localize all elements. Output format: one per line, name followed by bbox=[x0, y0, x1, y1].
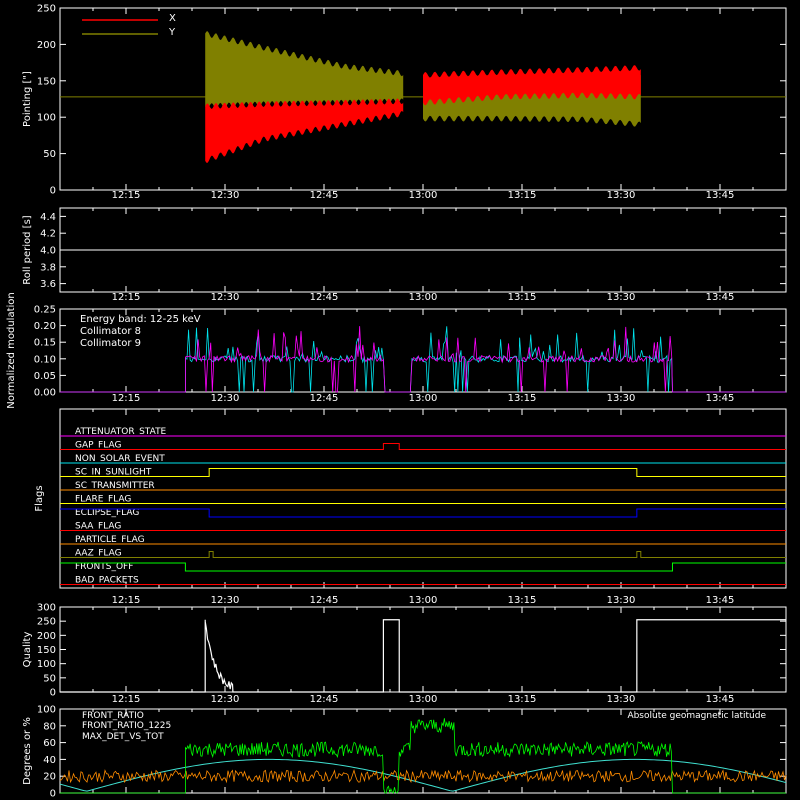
x-tick-label: 13:45 bbox=[706, 393, 735, 404]
y-tick-label: 3.6 bbox=[40, 279, 56, 290]
y-tick-label: 80 bbox=[43, 721, 56, 732]
y-tick-label: 0.20 bbox=[34, 321, 56, 332]
x-tick-label: 13:00 bbox=[409, 694, 438, 705]
legend-label-geomag-latitude: Absolute geomagnetic latitude bbox=[627, 711, 766, 721]
y-axis-label: Roll period [s] bbox=[22, 215, 33, 284]
flag-line bbox=[60, 551, 786, 558]
x-tick-label: 13:30 bbox=[607, 292, 636, 303]
x-tick-label: 13:15 bbox=[508, 292, 537, 303]
x-tick-label: 13:45 bbox=[706, 595, 735, 606]
legend-label-max-det-vs-tot: MAX_DET_VS_TOT bbox=[82, 732, 164, 742]
x-tick-label: 13:45 bbox=[706, 292, 735, 303]
y-axis-label: Flags bbox=[34, 485, 45, 511]
x-tick-label: 12:30 bbox=[211, 393, 240, 404]
y-tick-label: 0 bbox=[50, 688, 56, 699]
y-tick-label: 200 bbox=[37, 40, 56, 51]
legend-label-collimator-8: Collimator 8 bbox=[80, 326, 141, 337]
x-tick-label: 13:45 bbox=[706, 190, 735, 201]
x-tick-label: 12:45 bbox=[310, 190, 339, 201]
x-tick-label: 13:15 bbox=[508, 190, 537, 201]
x-tick-label: 13:30 bbox=[607, 393, 636, 404]
x-tick-label: 12:15 bbox=[112, 190, 141, 201]
x-tick-label: 12:15 bbox=[112, 292, 141, 303]
y-tick-label: 40 bbox=[43, 755, 56, 766]
y-tick-label: 300 bbox=[37, 603, 56, 614]
x-tick-label: 12:30 bbox=[211, 595, 240, 606]
y-tick-label: 0 bbox=[50, 186, 56, 197]
y-tick-label: 4.0 bbox=[40, 246, 56, 257]
x-tick-label: 12:15 bbox=[112, 393, 141, 404]
y-tick-label: 100 bbox=[37, 705, 56, 716]
x-tick-label: 13:00 bbox=[409, 190, 438, 201]
y-tick-label: 150 bbox=[37, 76, 56, 87]
y-tick-label: 0.00 bbox=[34, 388, 56, 399]
pointing-band-y-1 bbox=[205, 31, 404, 110]
modulation-series-1 bbox=[60, 326, 786, 393]
x-tick-label: 13:30 bbox=[607, 694, 636, 705]
y-tick-label: 3.8 bbox=[40, 262, 56, 273]
x-tick-label: 13:15 bbox=[508, 694, 537, 705]
y-tick-label: 250 bbox=[37, 617, 56, 628]
modulation-series-2 bbox=[60, 326, 786, 393]
x-tick-label: 13:15 bbox=[508, 595, 537, 606]
legend-label-collimator-9: Collimator 9 bbox=[80, 338, 141, 349]
y-tick-label: 250 bbox=[37, 4, 56, 15]
x-tick-label: 12:30 bbox=[211, 694, 240, 705]
y-tick-label: 50 bbox=[43, 673, 56, 684]
y-axis-label: Quality bbox=[22, 632, 33, 668]
x-tick-label: 12:15 bbox=[112, 595, 141, 606]
energy-band-annotation: Energy band: 12-25 keV bbox=[80, 314, 201, 325]
x-tick-label: 13:45 bbox=[706, 694, 735, 705]
pointing-band-x-1 bbox=[205, 98, 404, 163]
y-tick-label: 0.10 bbox=[34, 354, 56, 365]
max-det-vs-tot-line bbox=[59, 768, 787, 784]
y-tick-label: 0.05 bbox=[34, 371, 56, 382]
flag-line bbox=[60, 562, 786, 572]
quality-line bbox=[60, 619, 786, 693]
x-tick-label: 13:00 bbox=[409, 595, 438, 606]
x-tick-label: 12:45 bbox=[310, 292, 339, 303]
y-tick-label: 0.15 bbox=[34, 338, 56, 349]
x-tick-label: 13:00 bbox=[409, 292, 438, 303]
y-axis-label: Degrees or % bbox=[22, 717, 33, 785]
y-tick-label: 100 bbox=[37, 113, 56, 124]
legend-label-y: Y bbox=[168, 27, 176, 38]
x-tick-label: 12:30 bbox=[211, 292, 240, 303]
x-tick-label: 13:30 bbox=[607, 595, 636, 606]
y-tick-label: 150 bbox=[37, 645, 56, 656]
x-tick-label: 13:15 bbox=[508, 393, 537, 404]
x-tick-label: 12:30 bbox=[211, 190, 240, 201]
y-tick-label: 200 bbox=[37, 631, 56, 642]
y-tick-label: 0.25 bbox=[34, 305, 56, 316]
y-tick-label: 60 bbox=[43, 738, 56, 749]
x-tick-label: 13:30 bbox=[607, 190, 636, 201]
flag-line bbox=[60, 443, 786, 450]
legend-label-x: X bbox=[169, 13, 176, 24]
y-tick-label: 0 bbox=[50, 789, 56, 800]
y-tick-label: 50 bbox=[43, 149, 56, 160]
y-tick-label: 20 bbox=[43, 772, 56, 783]
x-tick-label: 12:45 bbox=[310, 595, 339, 606]
flag-line bbox=[60, 508, 786, 518]
y-tick-label: 4.2 bbox=[40, 229, 56, 240]
flag-line bbox=[60, 468, 786, 477]
legend-label-front-ratio: FRONT_RATIO bbox=[82, 711, 144, 721]
y-tick-label: 100 bbox=[37, 659, 56, 670]
x-tick-label: 13:00 bbox=[409, 393, 438, 404]
y-tick-label: 4.4 bbox=[40, 212, 56, 223]
x-tick-label: 12:15 bbox=[112, 694, 141, 705]
y-axis-label: Normalized modulation bbox=[6, 292, 17, 409]
multi-panel-chart: 12:15 12:30 12:45 13:00 13:15 13:30 13:45 12:15… bbox=[6, 4, 787, 800]
rhessi-quicklook-figure: 12:15 12:30 12:45 13:00 13:15 13:30 13:45 12:15… bbox=[0, 0, 800, 800]
x-tick-label: 12:45 bbox=[310, 393, 339, 404]
x-tick-label: 12:45 bbox=[310, 694, 339, 705]
y-axis-label: Pointing ["] bbox=[22, 71, 33, 127]
legend-label-front-ratio-1225: FRONT_RATIO_1225 bbox=[82, 721, 171, 731]
